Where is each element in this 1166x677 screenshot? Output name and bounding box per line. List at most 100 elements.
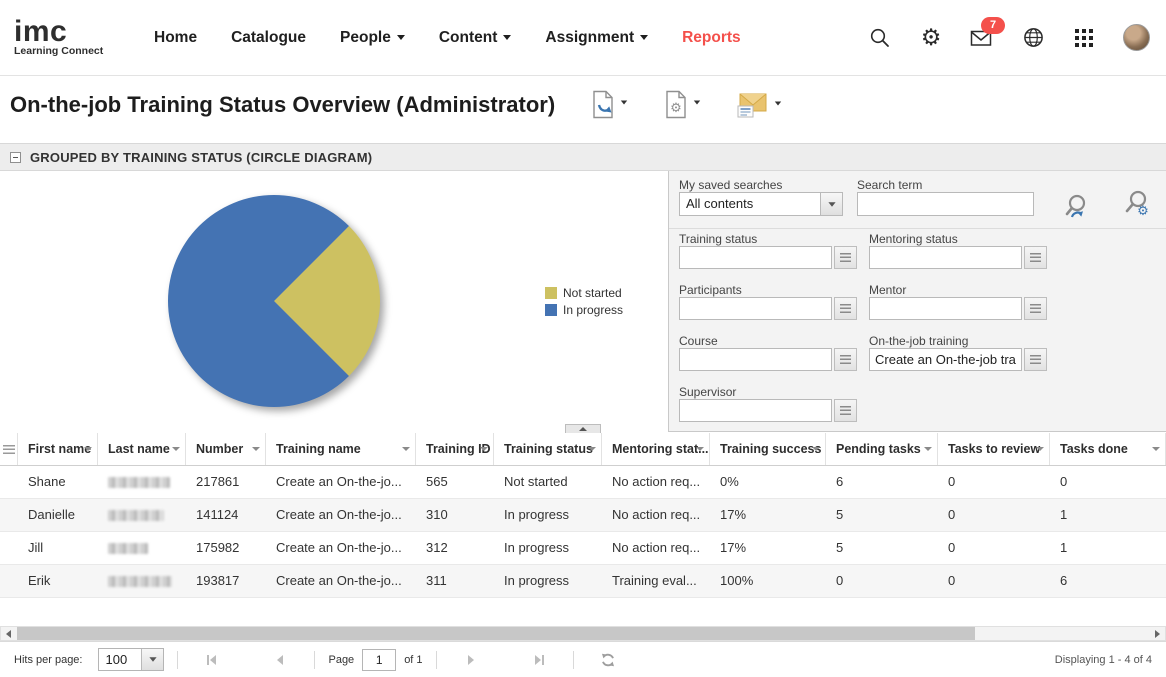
filter-input[interactable]: Create an On-the-job tra	[869, 348, 1022, 371]
column-menu-icon[interactable]	[924, 447, 932, 451]
nav-item-reports[interactable]: Reports	[682, 29, 741, 47]
cell-training-name: Create an On-the-jo...	[266, 532, 416, 564]
next-page-button[interactable]	[458, 649, 484, 671]
filter-field-on-the-job-training: Create an On-the-job tra	[869, 348, 1047, 371]
filter-input[interactable]	[679, 399, 832, 422]
table-header-row: First nameLast nameNumberTraining nameTr…	[0, 433, 1166, 466]
nav-item-content[interactable]: Content	[439, 29, 512, 47]
run-search-icon[interactable]	[1062, 193, 1092, 228]
filter-input[interactable]	[869, 246, 1022, 269]
filter-picker-button[interactable]	[1024, 297, 1047, 320]
user-avatar[interactable]	[1123, 24, 1150, 51]
panel-collapse-handle[interactable]	[565, 424, 601, 433]
search-settings-icon[interactable]: ⚙	[1121, 189, 1153, 226]
row-handle-column[interactable]	[0, 433, 18, 465]
scroll-left-icon[interactable]	[1, 627, 16, 640]
filter-picker-button[interactable]	[1024, 348, 1047, 371]
cell-training-status: In progress	[494, 565, 602, 597]
filter-picker-button[interactable]	[834, 399, 857, 422]
column-menu-icon[interactable]	[1152, 447, 1160, 451]
column-header-number[interactable]: Number	[186, 433, 266, 465]
settings-gear-icon[interactable]: ⚙	[919, 26, 943, 50]
column-header-first-name[interactable]: First name	[18, 433, 98, 465]
column-menu-icon[interactable]	[1036, 447, 1044, 451]
saved-searches-dropdown-button[interactable]	[820, 193, 842, 215]
refresh-icon[interactable]	[595, 649, 621, 671]
column-header-training-success[interactable]: Training success	[710, 433, 826, 465]
column-header-last-name[interactable]: Last name	[98, 433, 186, 465]
nav-item-assignment[interactable]: Assignment	[545, 29, 648, 47]
language-globe-icon[interactable]	[1021, 26, 1045, 50]
group-section-header[interactable]: GROUPED BY TRAINING STATUS (CIRCLE DIAGR…	[0, 143, 1166, 171]
nav-item-people[interactable]: People	[340, 29, 405, 47]
column-header-tasks-done[interactable]: Tasks done	[1050, 433, 1166, 465]
column-header-pending-tasks[interactable]: Pending tasks	[826, 433, 938, 465]
column-menu-icon[interactable]	[84, 447, 92, 451]
cell-training-status: In progress	[494, 499, 602, 531]
column-menu-icon[interactable]	[696, 447, 704, 451]
scroll-right-icon[interactable]	[1150, 627, 1165, 640]
column-menu-icon[interactable]	[402, 447, 410, 451]
list-picker-icon	[840, 355, 851, 364]
horizontal-scrollbar[interactable]	[0, 626, 1166, 641]
scrollbar-thumb[interactable]	[17, 627, 975, 640]
cell-number: 217861	[186, 466, 266, 498]
search-term-input[interactable]	[857, 192, 1034, 216]
table-row[interactable]: Danielle141124Create an On-the-jo...310I…	[0, 499, 1166, 532]
collapse-section-icon[interactable]	[10, 152, 21, 163]
hits-per-page-select[interactable]: 100	[98, 648, 164, 671]
messages-icon[interactable]: 7	[970, 26, 994, 50]
column-header-training-id[interactable]: Training ID	[416, 433, 494, 465]
filter-picker-button[interactable]	[1024, 246, 1047, 269]
list-picker-icon	[840, 253, 851, 262]
column-header-mentoring-stat[interactable]: Mentoring stat...	[602, 433, 710, 465]
cell-tasks-done: 6	[1050, 565, 1166, 597]
filter-input[interactable]	[679, 348, 832, 371]
svg-text:⚙: ⚙	[1137, 203, 1149, 218]
cell-tasks-done: 0	[1050, 466, 1166, 498]
cell-mentoring-stat: Training eval...	[602, 565, 710, 597]
filter-input[interactable]	[679, 246, 832, 269]
filter-field-participants	[679, 297, 857, 320]
saved-searches-select[interactable]: All contents	[679, 192, 843, 216]
hits-dropdown-button[interactable]	[141, 649, 163, 670]
column-menu-icon[interactable]	[252, 447, 260, 451]
column-menu-icon[interactable]	[172, 447, 180, 451]
nav-item-catalogue[interactable]: Catalogue	[231, 29, 306, 47]
table-row[interactable]: Erik193817Create an On-the-jo...311In pr…	[0, 565, 1166, 598]
page-number-input[interactable]	[362, 649, 396, 671]
apps-grid-icon[interactable]	[1072, 26, 1096, 50]
filter-input[interactable]	[679, 297, 832, 320]
filter-input[interactable]	[869, 297, 1022, 320]
filter-label: Course	[679, 334, 718, 348]
settings-caret-icon	[694, 101, 700, 105]
legend-swatch-icon	[545, 304, 557, 316]
section-title: GROUPED BY TRAINING STATUS (CIRCLE DIAGR…	[30, 150, 372, 165]
report-settings-button[interactable]: ⚙	[664, 90, 701, 120]
saved-searches-label: My saved searches	[679, 178, 782, 192]
table-row[interactable]: Jill175982Create an On-the-jo...312In pr…	[0, 532, 1166, 565]
column-header-training-status[interactable]: Training status	[494, 433, 602, 465]
cell-first-name: Erik	[18, 565, 98, 597]
search-icon[interactable]	[868, 26, 892, 50]
column-menu-icon[interactable]	[812, 447, 820, 451]
redacted-last-name	[108, 510, 164, 521]
first-page-button[interactable]	[199, 649, 225, 671]
last-page-button[interactable]	[526, 649, 552, 671]
column-menu-icon[interactable]	[588, 447, 596, 451]
filter-picker-button[interactable]	[834, 348, 857, 371]
email-report-button[interactable]	[737, 91, 782, 119]
imc-logo[interactable]: imc Learning Connect	[14, 19, 124, 57]
filter-picker-button[interactable]	[834, 297, 857, 320]
nav-item-home[interactable]: Home	[154, 29, 197, 47]
column-header-tasks-to-review[interactable]: Tasks to review	[938, 433, 1050, 465]
filter-picker-button[interactable]	[834, 246, 857, 269]
pie-chart[interactable]	[158, 185, 390, 417]
cell-training-name: Create an On-the-jo...	[266, 499, 416, 531]
column-menu-icon[interactable]	[480, 447, 488, 451]
redacted-last-name	[108, 576, 172, 587]
column-header-training-name[interactable]: Training name	[266, 433, 416, 465]
table-row[interactable]: Shane217861Create an On-the-jo...565Not …	[0, 466, 1166, 499]
previous-page-button[interactable]	[267, 649, 293, 671]
export-report-button[interactable]	[591, 90, 628, 120]
